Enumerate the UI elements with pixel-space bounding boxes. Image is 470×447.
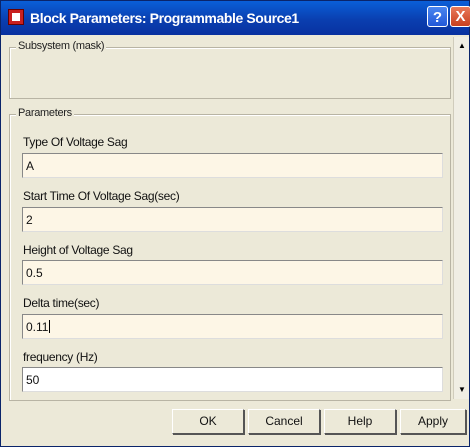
- subsystem-legend: Subsystem (mask): [16, 40, 107, 52]
- apply-button[interactable]: Apply: [400, 409, 466, 434]
- parameters-legend: Parameters: [16, 107, 74, 119]
- type-of-voltage-sag-input[interactable]: A: [22, 153, 443, 178]
- start-time-label: Start Time Of Voltage Sag(sec): [23, 189, 180, 203]
- text-caret: [49, 320, 51, 333]
- subsystem-group: Subsystem (mask): [9, 40, 451, 99]
- frequency-label: frequency (Hz): [23, 350, 98, 364]
- height-of-voltage-sag-input[interactable]: 0.5: [22, 260, 443, 285]
- vertical-scrollbar[interactable]: ▲ ▼: [453, 37, 469, 399]
- dialog-window: Block Parameters: Programmable Source1 ?…: [0, 0, 470, 447]
- start-time-input[interactable]: 2: [22, 207, 443, 232]
- title-bar[interactable]: Block Parameters: Programmable Source1 ?…: [1, 1, 470, 35]
- delta-time-label: Delta time(sec): [23, 296, 100, 310]
- delta-time-value: 0.11: [26, 320, 49, 334]
- height-of-voltage-sag-label: Height of Voltage Sag: [23, 243, 133, 257]
- delta-time-input[interactable]: 0.11: [22, 314, 443, 339]
- window-title: Block Parameters: Programmable Source1: [30, 10, 299, 26]
- help-title-button[interactable]: ?: [427, 6, 448, 27]
- type-of-voltage-sag-label: Type Of Voltage Sag: [23, 135, 128, 149]
- ok-button[interactable]: OK: [172, 409, 244, 434]
- cancel-button[interactable]: Cancel: [248, 409, 320, 434]
- arrow-down-icon[interactable]: ▼: [456, 383, 468, 397]
- help-button[interactable]: Help: [324, 409, 396, 434]
- block-parameters-icon: [8, 9, 24, 25]
- frequency-input[interactable]: 50: [22, 367, 443, 392]
- close-button[interactable]: X: [450, 6, 470, 27]
- arrow-up-icon[interactable]: ▲: [456, 39, 468, 53]
